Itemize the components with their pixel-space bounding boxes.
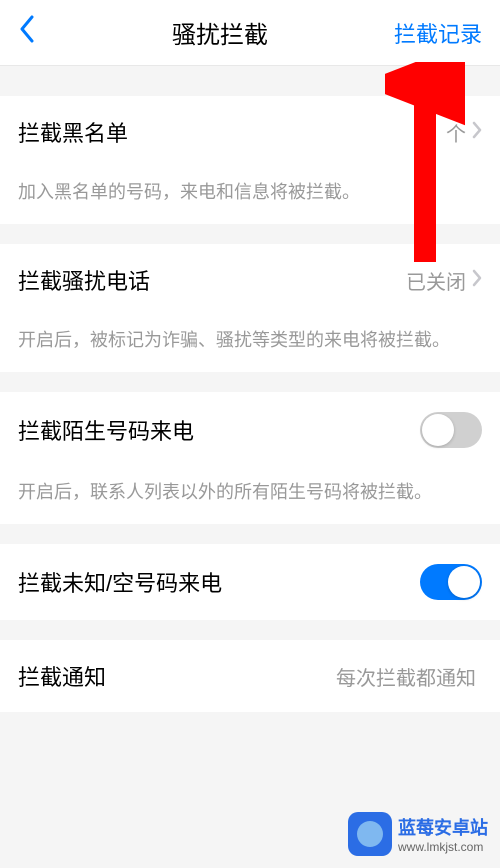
back-icon[interactable] — [18, 15, 58, 50]
watermark: 蓝莓安卓站 www.lmkjst.com — [348, 812, 488, 856]
watermark-title: 蓝莓安卓站 — [398, 814, 488, 840]
blacklist-desc: 加入黑名单的号码，来电和信息将被拦截。 — [0, 168, 500, 224]
notify-value: 每次拦截都通知 — [336, 662, 476, 691]
watermark-url: www.lmkjst.com — [398, 840, 488, 854]
header-bar: 骚扰拦截 拦截记录 — [0, 0, 500, 66]
blacklist-row[interactable]: 拦截黑名单 个 — [0, 96, 500, 168]
notify-group: 拦截通知 每次拦截都通知 — [0, 640, 500, 712]
spam-calls-row[interactable]: 拦截骚扰电话 已关闭 — [0, 244, 500, 316]
blacklist-group: 拦截黑名单 个 加入黑名单的号码，来电和信息将被拦截。 — [0, 96, 500, 224]
page-title: 骚扰拦截 — [58, 15, 382, 50]
spam-group: 拦截骚扰电话 已关闭 开启后，被标记为诈骗、骚扰等类型的来电将被拦截。 — [0, 244, 500, 372]
spam-calls-value: 已关闭 — [406, 266, 466, 295]
block-records-button[interactable]: 拦截记录 — [382, 17, 482, 49]
empty-group: 拦截未知/空号码来电 — [0, 544, 500, 620]
unknown-numbers-title: 拦截陌生号码来电 — [18, 414, 194, 446]
unknown-numbers-desc: 开启后，联系人列表以外的所有陌生号码将被拦截。 — [0, 468, 500, 524]
watermark-logo-icon — [348, 812, 392, 856]
unknown-numbers-row: 拦截陌生号码来电 — [0, 392, 500, 468]
empty-numbers-title: 拦截未知/空号码来电 — [18, 566, 222, 598]
notify-title: 拦截通知 — [18, 660, 106, 692]
notify-row[interactable]: 拦截通知 每次拦截都通知 — [0, 640, 500, 712]
spam-calls-title: 拦截骚扰电话 — [18, 264, 150, 296]
chevron-right-icon — [472, 267, 482, 293]
unknown-group: 拦截陌生号码来电 开启后，联系人列表以外的所有陌生号码将被拦截。 — [0, 392, 500, 524]
unknown-numbers-toggle[interactable] — [420, 412, 482, 448]
blacklist-title: 拦截黑名单 — [18, 116, 128, 148]
spam-calls-desc: 开启后，被标记为诈骗、骚扰等类型的来电将被拦截。 — [0, 316, 500, 372]
chevron-right-icon — [472, 119, 482, 145]
blacklist-value: 个 — [446, 118, 466, 147]
empty-numbers-toggle[interactable] — [420, 564, 482, 600]
empty-numbers-row: 拦截未知/空号码来电 — [0, 544, 500, 620]
